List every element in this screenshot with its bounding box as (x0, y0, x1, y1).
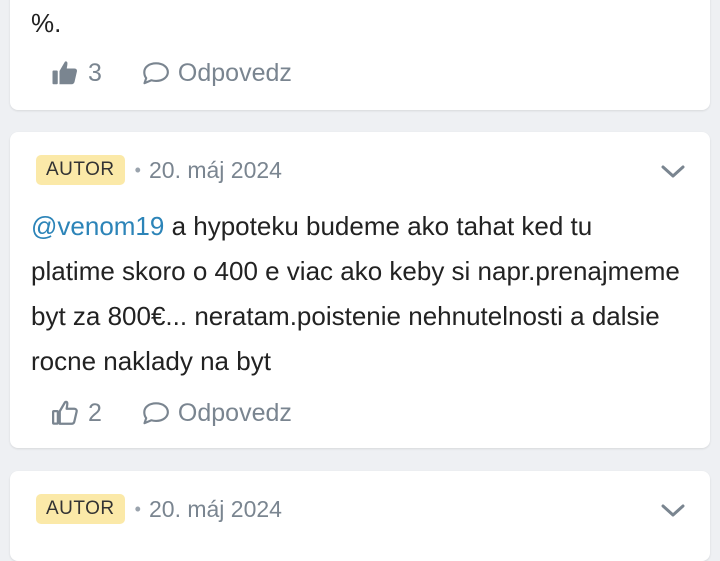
reply-button[interactable]: Odpovedz (140, 399, 292, 428)
comment-actions: 2 Odpovedz (50, 398, 292, 428)
comment-meta: AUTOR • 20. máj 2024 (36, 494, 282, 524)
chevron-down-icon[interactable] (660, 502, 686, 520)
author-badge: AUTOR (36, 155, 125, 185)
like-count: 2 (88, 398, 102, 427)
speech-bubble-icon (143, 62, 169, 85)
speech-bubble-icon (143, 402, 169, 425)
comment-card: AUTOR • 20. máj 2024 (10, 471, 710, 561)
comment-meta: AUTOR • 20. máj 2024 (36, 155, 282, 185)
comment-card: %. 3 Odpovedz (10, 0, 710, 110)
comment-date: 20. máj 2024 (148, 495, 282, 522)
separator-dot: • (134, 498, 141, 519)
chevron-down-icon[interactable] (660, 163, 686, 181)
separator-dot: • (134, 159, 141, 180)
comment-actions: 3 Odpovedz (50, 58, 292, 88)
like-button[interactable]: 2 (50, 398, 102, 428)
like-button[interactable]: 3 (50, 58, 102, 88)
reply-label: Odpovedz (177, 398, 292, 427)
user-mention-link[interactable]: @venom19 (31, 211, 164, 241)
comment-date: 20. máj 2024 (148, 156, 282, 183)
thumbs-up-filled-icon (52, 61, 77, 85)
reply-button[interactable]: Odpovedz (140, 59, 292, 88)
comment-card: AUTOR • 20. máj 2024 @venom19 a hypoteku… (10, 132, 710, 448)
author-badge: AUTOR (36, 494, 125, 524)
comment-body: @venom19 a hypoteku budeme ako tahat ked… (31, 204, 681, 384)
like-count: 3 (88, 58, 102, 87)
comment-text: %. (31, 8, 62, 38)
thumbs-up-outline-icon (52, 400, 78, 425)
reply-label: Odpovedz (177, 58, 292, 87)
